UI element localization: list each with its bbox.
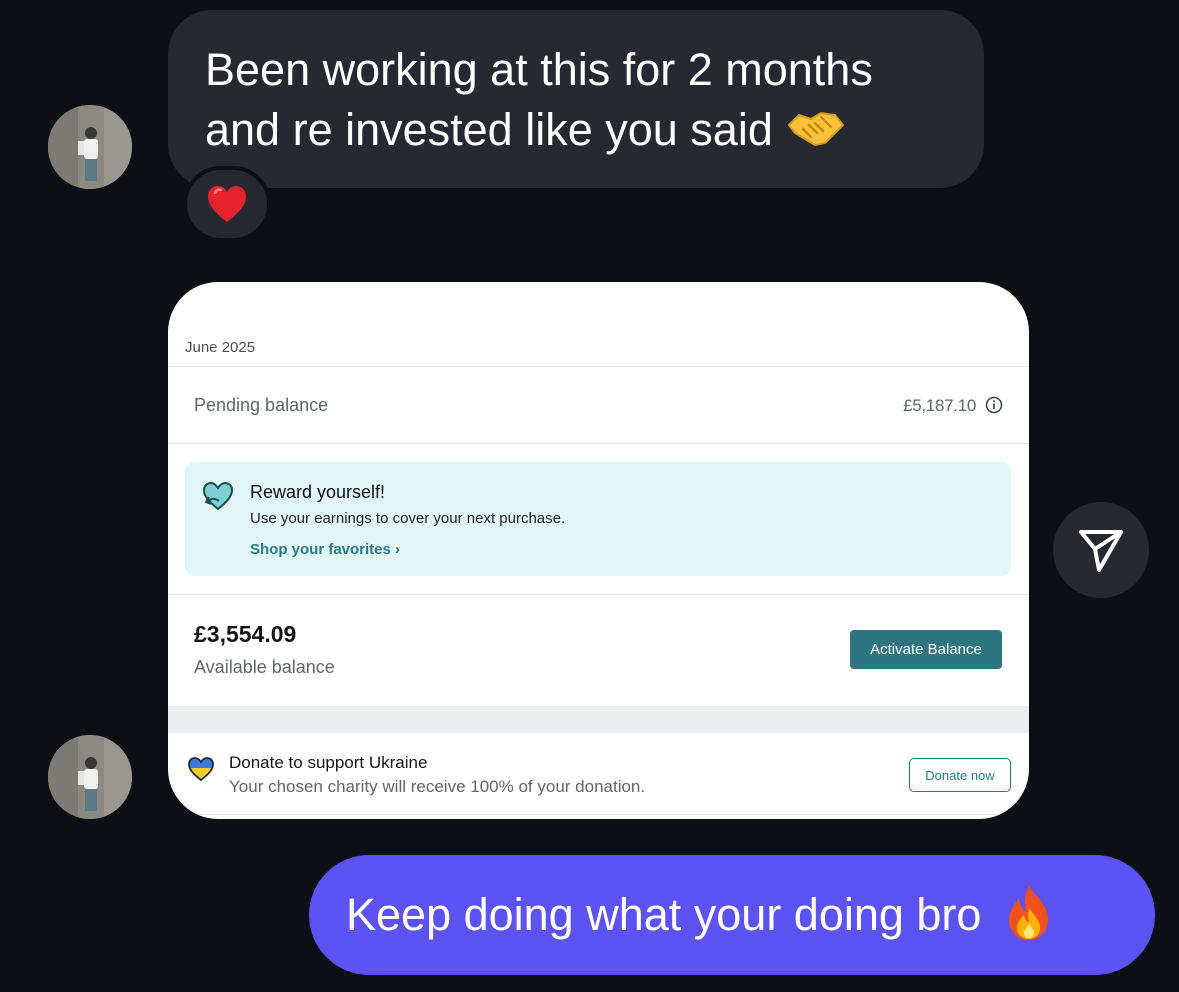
incoming-message-bubble[interactable]: Been working at this for 2 months and re…	[168, 10, 984, 188]
chevron-right-icon: ›	[395, 541, 401, 558]
donate-body: Your chosen charity will receive 100% of…	[229, 777, 646, 796]
donate-now-button[interactable]: Donate now	[909, 758, 1011, 792]
incoming-message-line-1: Been working at this for 2 months	[205, 44, 873, 95]
message-reaction[interactable]	[183, 166, 271, 242]
divider	[168, 366, 1029, 367]
outgoing-message-text: Keep doing what your doing bro	[346, 889, 982, 940]
handshake-emoji-icon	[788, 111, 845, 147]
share-button[interactable]	[1053, 502, 1149, 598]
fire-emoji-icon	[1008, 886, 1048, 940]
shop-favorites-link-label: Shop your favorites	[250, 541, 391, 558]
incoming-message-text-2: and re invested like you said	[205, 104, 773, 155]
outgoing-message-bubble[interactable]: Keep doing what your doing bro	[309, 855, 1155, 975]
promo-title: Reward yourself!	[250, 482, 386, 502]
sender-avatar[interactable]	[48, 105, 132, 189]
pending-balance-value: £5,187.10	[903, 396, 976, 415]
section-separator	[168, 706, 1029, 733]
avatar-photo	[48, 105, 132, 189]
heart-arrow-icon	[202, 481, 234, 511]
shared-screenshot[interactable]: June 2025 Pending balance £5,187.10 Rewa…	[168, 282, 1029, 819]
divider	[168, 814, 1029, 815]
donate-title: Donate to support Ukraine	[229, 753, 428, 772]
reward-promo-banner: Reward yourself! Use your earnings to co…	[185, 462, 1011, 576]
divider	[168, 594, 1029, 595]
avatar-photo	[48, 735, 132, 819]
sender-avatar[interactable]	[48, 735, 132, 819]
info-icon[interactable]	[985, 396, 1003, 414]
incoming-message-line-2: and re invested like you said	[205, 100, 948, 160]
ukraine-heart-icon	[188, 757, 214, 782]
activate-balance-button[interactable]: Activate Balance	[850, 630, 1002, 669]
available-balance-label: Available balance	[194, 657, 335, 677]
available-balance-amount: £3,554.09	[194, 621, 297, 647]
pending-balance-label: Pending balance	[194, 395, 329, 415]
shop-favorites-link[interactable]: Shop your favorites ›	[250, 541, 400, 558]
red-heart-icon	[208, 186, 246, 222]
promo-body: Use your earnings to cover your next pur…	[250, 510, 566, 527]
divider	[168, 443, 1029, 444]
statement-month: June 2025	[185, 339, 256, 356]
send-icon	[1079, 530, 1123, 572]
